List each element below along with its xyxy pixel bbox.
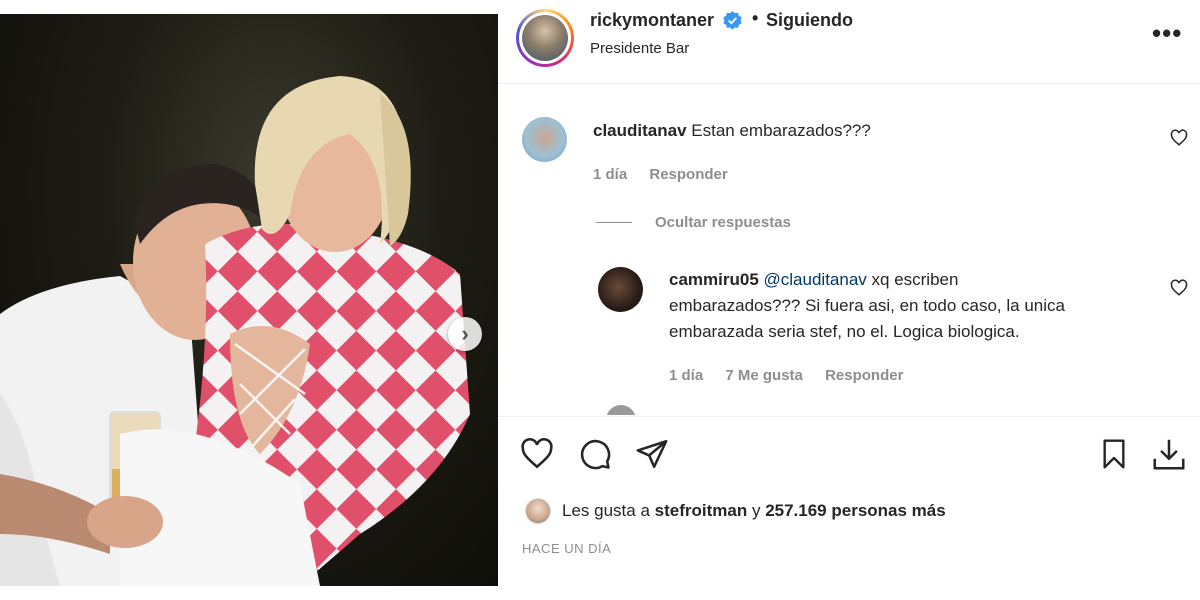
reply-reply-button[interactable]: Responder (825, 367, 903, 384)
download-icon[interactable] (1150, 435, 1188, 473)
comment-time: 1 día (593, 166, 628, 183)
author-avatar-image (522, 15, 568, 61)
author-username[interactable]: rickymontaner (590, 10, 714, 31)
author-avatar[interactable] (516, 9, 574, 67)
comments-section: clauditanav Estan embarazados??? 1 día R… (498, 85, 1200, 415)
likes-connector: y (751, 501, 761, 520)
comment-meta: 1 día Responder (593, 166, 746, 183)
comment-body: clauditanav Estan embarazados??? (593, 118, 871, 144)
chevron-right-icon: › (461, 321, 469, 346)
next-reply-avatar-partial (606, 405, 636, 415)
reply-avatar[interactable] (598, 267, 643, 312)
reply-text-line-2: embarazados??? Si fuera asi, en todo cas… (669, 296, 1065, 315)
hide-replies-line (596, 222, 632, 223)
reply-likes-count[interactable]: 7 Me gusta (725, 367, 803, 384)
reply-body: cammiru05 @clauditanav xq escriben embar… (669, 267, 1139, 345)
reply-text-line-1: xq escriben (871, 270, 959, 289)
header-separator: • (752, 8, 759, 28)
reply-mention[interactable]: @clauditanav (764, 270, 867, 289)
likes-prefix: Les gusta a (562, 501, 650, 520)
liker-avatar[interactable] (525, 498, 551, 524)
post-photo-illustration (0, 76, 470, 586)
hide-replies-button[interactable]: Ocultar respuestas (655, 214, 791, 231)
reply-meta: 1 día 7 Me gusta Responder (669, 367, 921, 384)
commenter-avatar[interactable] (522, 117, 567, 162)
instagram-post-window: › rickymontaner • Siguiendo Presidente B… (0, 0, 1200, 600)
likes-count[interactable]: 257.169 personas más (765, 501, 946, 520)
comment-like-heart-icon[interactable] (1170, 129, 1188, 147)
post-details-panel: rickymontaner • Siguiendo Presidente Bar… (498, 0, 1200, 600)
likes-user[interactable]: stefroitman (655, 501, 748, 520)
reply-like-heart-icon[interactable] (1170, 279, 1188, 297)
post-location[interactable]: Presidente Bar (590, 40, 689, 57)
heart-icon[interactable] (520, 437, 554, 471)
reply-time: 1 día (669, 367, 704, 384)
reply-text-line-3: embarazada seria stef, no el. Logica bio… (669, 322, 1020, 341)
next-image-button[interactable]: › (448, 317, 482, 351)
comment-reply-button[interactable]: Responder (649, 166, 727, 183)
comment-username[interactable]: clauditanav (593, 121, 687, 140)
following-button[interactable]: Siguiendo (766, 10, 853, 31)
reply-username[interactable]: cammiru05 (669, 270, 759, 289)
post-actions-bar: Les gusta a stefroitman y 257.169 person… (498, 416, 1200, 600)
comment-text: Estan embarazados??? (691, 121, 871, 140)
likes-summary[interactable]: Les gusta a stefroitman y 257.169 person… (562, 501, 946, 521)
comment-bubble-icon[interactable] (578, 437, 612, 471)
post-timestamp: HACE UN DÍA (522, 541, 612, 556)
bookmark-icon[interactable] (1098, 437, 1130, 471)
post-photo[interactable]: › (0, 14, 498, 586)
verified-badge-icon (723, 11, 742, 30)
more-options-icon[interactable]: ••• (1152, 18, 1182, 49)
paper-plane-icon[interactable] (635, 437, 669, 471)
post-header: rickymontaner • Siguiendo Presidente Bar… (498, 0, 1200, 84)
